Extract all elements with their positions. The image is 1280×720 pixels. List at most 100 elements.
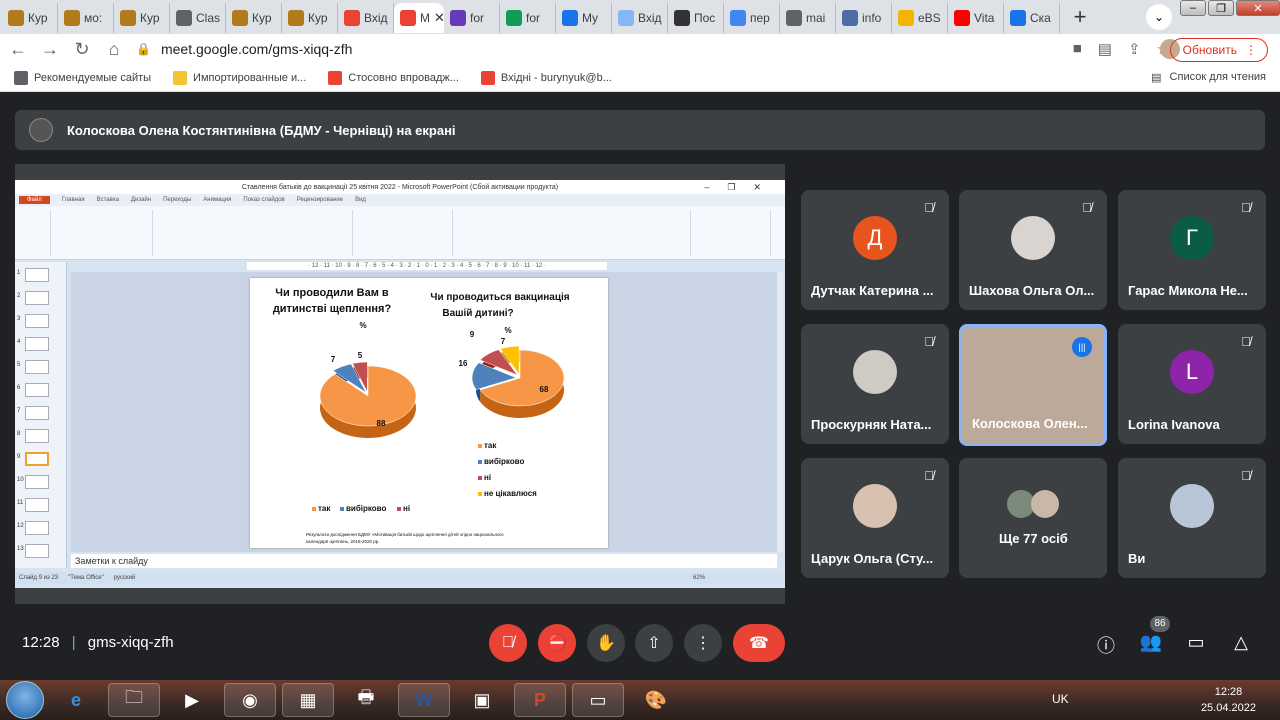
browser-tab[interactable]: eBS: [892, 3, 948, 33]
slide-thumbnail[interactable]: [25, 291, 49, 305]
slide-thumbnail[interactable]: [25, 406, 49, 420]
ppt-ribbon-tab[interactable]: Вид: [355, 197, 366, 203]
word-taskbar-icon[interactable]: W: [398, 683, 450, 717]
browser-tab[interactable]: mai: [780, 3, 836, 33]
browser-tab[interactable]: info: [836, 3, 892, 33]
participant-tile[interactable]: 🎙̸ Г Гарас Микола Не...: [1118, 190, 1266, 310]
info-icon[interactable]: ⓘ: [1094, 632, 1118, 658]
more-options-button[interactable]: ⋮: [684, 624, 722, 662]
ppt-ribbon-tab[interactable]: Рецензирование: [297, 197, 343, 203]
translate-icon[interactable]: ▤: [1098, 40, 1112, 58]
forward-icon[interactable]: →: [36, 39, 64, 60]
new-tab-button[interactable]: +: [1066, 3, 1094, 31]
notes-pane[interactable]: Заметки к слайду: [71, 554, 777, 568]
slide-thumbnail[interactable]: [25, 521, 49, 535]
mic-off-button[interactable]: 🎙̸: [489, 624, 527, 662]
system-clock[interactable]: 12:28 25.04.2022: [1201, 684, 1256, 716]
printer-taskbar-icon[interactable]: 🖶: [340, 683, 392, 717]
browser-tab[interactable]: Кур: [2, 3, 58, 33]
explorer-taskbar-icon[interactable]: 🗀: [108, 683, 160, 717]
ppt-ribbon-tab[interactable]: Главная: [62, 197, 85, 203]
browser-tab[interactable]: Vita: [948, 3, 1004, 33]
camera-icon[interactable]: ■: [1073, 40, 1082, 58]
browser-tab[interactable]: Clas: [170, 3, 226, 33]
raise-hand-button[interactable]: ✋: [587, 624, 625, 662]
ppt-vertical-scrollbar[interactable]: [777, 272, 783, 552]
browser-tab[interactable]: Кур: [114, 3, 170, 33]
browser-tab[interactable]: Пос: [668, 3, 724, 33]
home-icon[interactable]: ⌂: [100, 39, 128, 60]
participant-tile[interactable]: 🎙̸ L Lorina Ivanova: [1118, 324, 1266, 444]
winrar-taskbar-icon[interactable]: ▦: [282, 683, 334, 717]
tab-close-icon[interactable]: ✕: [434, 10, 444, 26]
slide-thumbnail[interactable]: [25, 498, 49, 512]
browser-tab[interactable]: for: [500, 3, 556, 33]
participant-tile[interactable]: ||| Колоскова Олен...: [959, 324, 1107, 446]
ppt-ribbon-tab[interactable]: Файл: [19, 196, 50, 204]
start-button[interactable]: [6, 681, 44, 719]
slide-thumbnail[interactable]: [25, 429, 49, 443]
ppt-ribbon-tab[interactable]: Показ слайдов: [243, 197, 284, 203]
slide-thumbnail[interactable]: [25, 452, 49, 466]
leave-call-button[interactable]: ☎: [733, 624, 785, 662]
people-icon[interactable]: 👥: [1139, 632, 1163, 653]
browser-tab[interactable]: М ✕: [394, 3, 444, 33]
close-window-button[interactable]: ✕: [1236, 0, 1280, 16]
slide-thumbnail[interactable]: [25, 475, 49, 489]
minimize-button[interactable]: –: [1180, 0, 1206, 16]
browser-tab[interactable]: for: [444, 3, 500, 33]
update-button[interactable]: Обновить ⋮: [1169, 38, 1268, 62]
chrome-taskbar-icon[interactable]: ◉: [224, 683, 276, 717]
browser-tab[interactable]: Вхід: [338, 3, 394, 33]
browser-tab[interactable]: My: [556, 3, 612, 33]
browser-tab[interactable]: Ска: [1004, 3, 1060, 33]
bookmark-item[interactable]: Рекомендуемые сайты: [14, 70, 151, 85]
ppt-window-title: Ставлення батьків до вакцинації 25 квітн…: [241, 183, 559, 191]
participant-tile[interactable]: Ще 77 осіб: [959, 458, 1107, 578]
ppt-ribbon-tab[interactable]: Переходы: [163, 197, 191, 203]
slide-thumbnail[interactable]: [25, 268, 49, 282]
slide-thumbnail[interactable]: [25, 383, 49, 397]
participant-tile[interactable]: 🎙̸ Шахова Ольга Ол...: [959, 190, 1107, 310]
browser-tab[interactable]: Кур: [226, 3, 282, 33]
present-button[interactable]: ⇧: [635, 624, 673, 662]
participant-tile[interactable]: 🎙̸ Царук Ольга (Сту...: [801, 458, 949, 578]
url-field[interactable]: 🔒 meet.google.com/gms-xiqq-zfh: [136, 34, 352, 64]
ppt-ribbon-tab[interactable]: Дизайн: [131, 197, 151, 203]
share-icon[interactable]: ⇪: [1128, 40, 1141, 58]
participant-tile[interactable]: 🎙̸ Д Дутчак Катерина ...: [801, 190, 949, 310]
reading-list[interactable]: ▤ Список для чтения: [1151, 71, 1266, 84]
tab-search-chevron-icon[interactable]: ⌄: [1146, 4, 1172, 30]
zoom-taskbar-icon[interactable]: ▣: [456, 683, 508, 717]
ppt-ribbon-tab[interactable]: Вставка: [97, 197, 119, 203]
slide-thumbnail[interactable]: [25, 544, 49, 558]
browser-tab[interactable]: пер: [724, 3, 780, 33]
bookmark-item[interactable]: Импортированные и...: [173, 70, 306, 85]
slide-thumbnail[interactable]: [25, 360, 49, 374]
media-player-taskbar-icon[interactable]: ▶: [166, 683, 218, 717]
slide-thumbnail[interactable]: [25, 337, 49, 351]
paint-taskbar-icon[interactable]: 🎨: [630, 683, 682, 717]
participant-tile[interactable]: 🎙̸ Ви: [1118, 458, 1266, 578]
activities-icon[interactable]: △: [1229, 632, 1253, 653]
ppt-ribbon-tab[interactable]: Анимация: [203, 197, 231, 203]
browser-tab[interactable]: Вхід: [612, 3, 668, 33]
reload-icon[interactable]: ↻: [68, 39, 96, 60]
bookmark-item[interactable]: Стосовно впровадж...: [328, 70, 459, 85]
bookmark-icon: [480, 70, 495, 85]
language-indicator[interactable]: UK: [1052, 692, 1069, 706]
browser-tab[interactable]: Кур: [282, 3, 338, 33]
tab-favicon-icon: [898, 10, 914, 26]
lock-icon[interactable]: 🔒: [136, 42, 151, 56]
maximize-button[interactable]: ❐: [1208, 0, 1234, 16]
bookmark-item[interactable]: Вхідні - burynyuk@b...: [480, 70, 612, 85]
camera-off-button[interactable]: ⛔: [538, 624, 576, 662]
powerpoint-taskbar-icon[interactable]: P: [514, 683, 566, 717]
ie-taskbar-icon[interactable]: e: [50, 683, 102, 717]
participant-tile[interactable]: 🎙̸ Проскурняк Ната...: [801, 324, 949, 444]
browser-tab[interactable]: мо:: [58, 3, 114, 33]
screen-taskbar-icon[interactable]: ▭: [572, 683, 624, 717]
back-icon[interactable]: ←: [4, 39, 32, 60]
chat-icon[interactable]: ▭: [1184, 632, 1208, 653]
slide-thumbnail[interactable]: [25, 314, 49, 328]
